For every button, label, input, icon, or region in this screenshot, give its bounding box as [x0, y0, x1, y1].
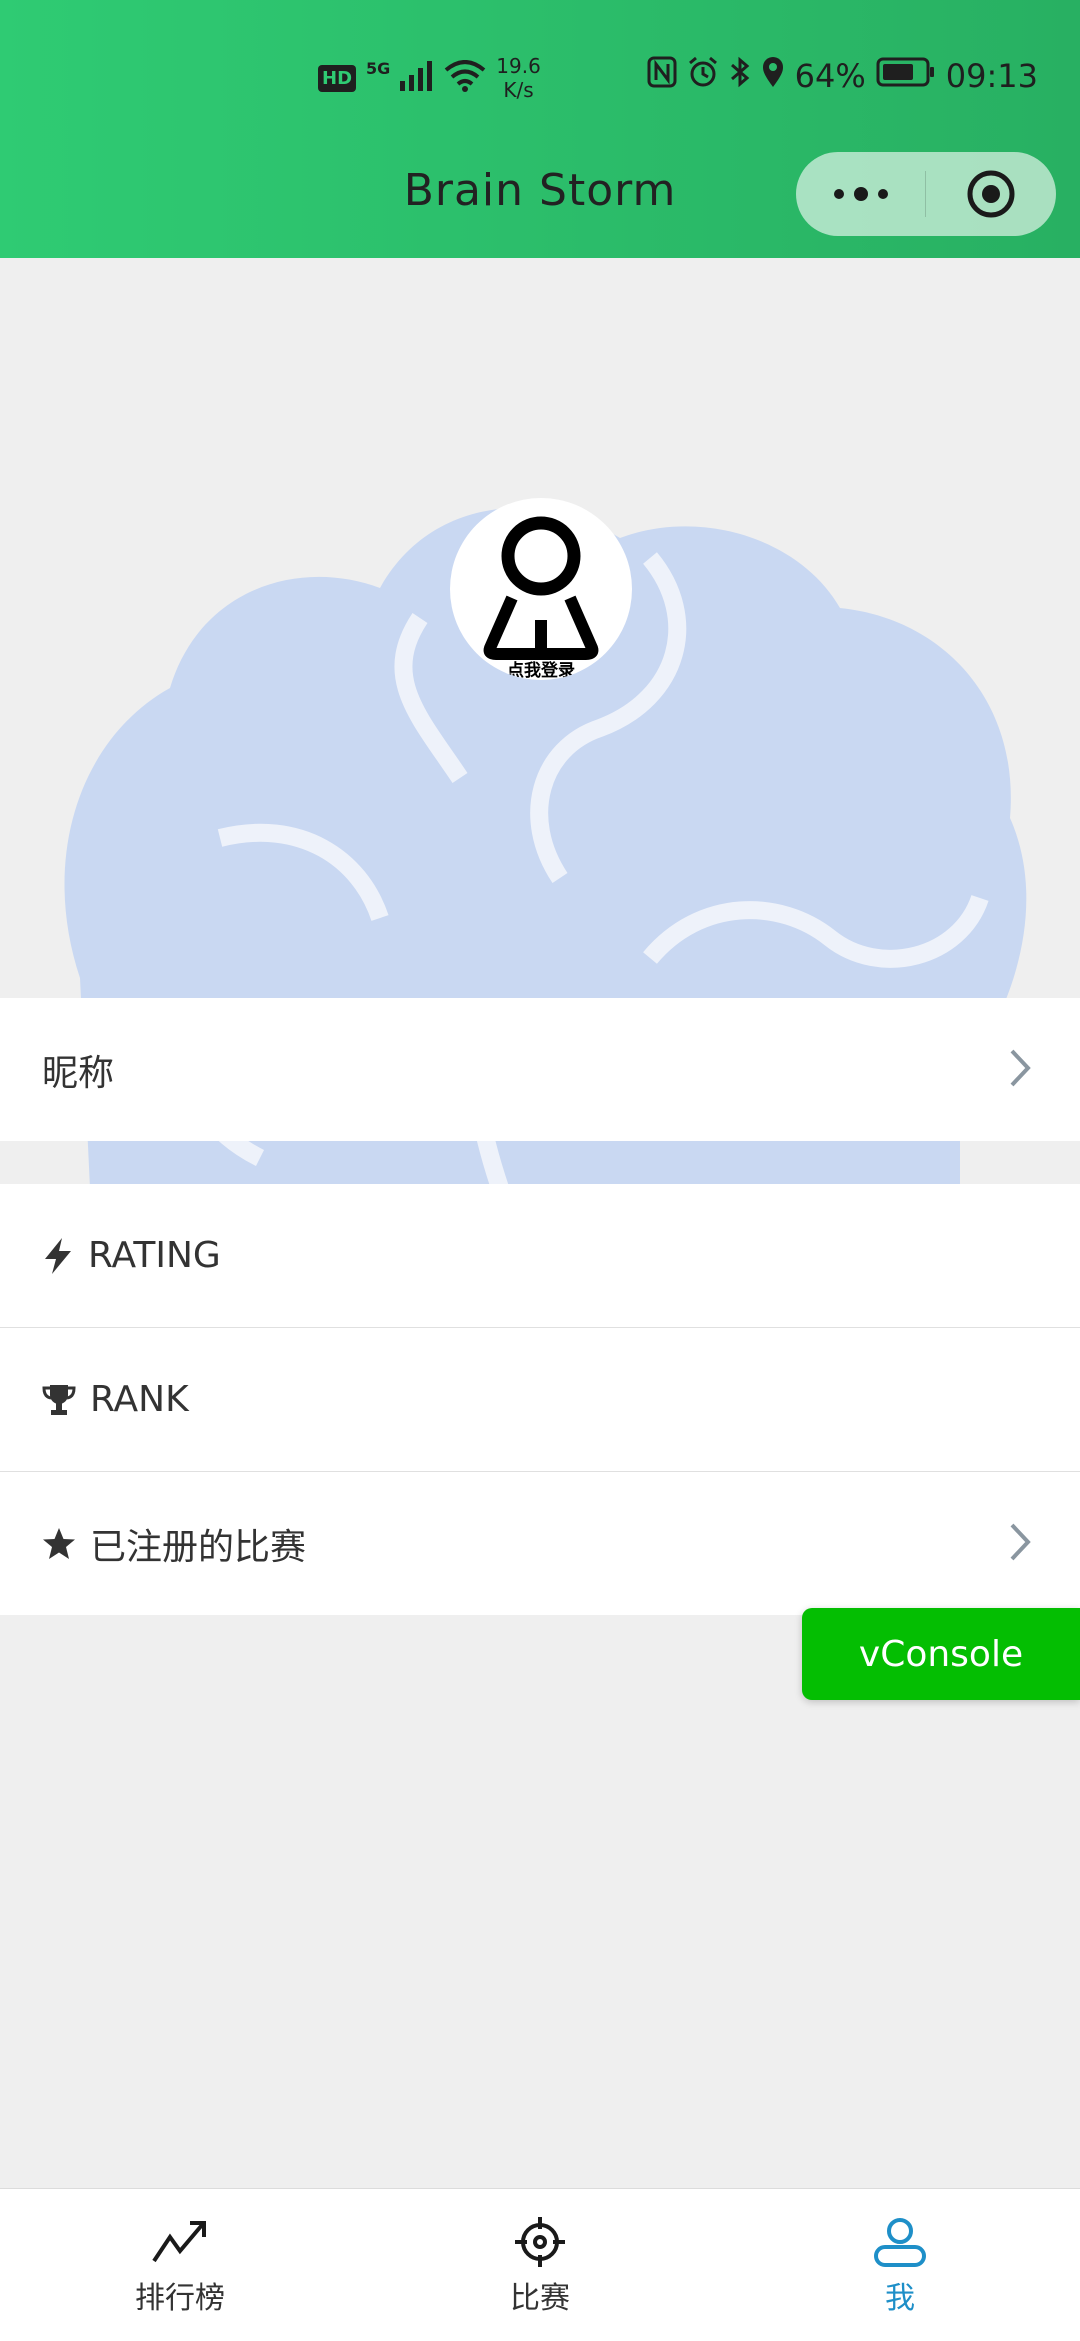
- vconsole-button[interactable]: vConsole: [802, 1608, 1080, 1700]
- chevron-right-icon: [1008, 1048, 1032, 1092]
- tab-label: 排行榜: [135, 2281, 225, 2316]
- battery-icon: [876, 56, 936, 96]
- status-left: HD 5G 19.6 K/s: [318, 54, 541, 102]
- mini-program-capsule: [796, 152, 1056, 236]
- close-button[interactable]: [926, 152, 1056, 236]
- trend-chart-icon: [152, 2221, 206, 2263]
- user-avatar-icon: [483, 516, 599, 660]
- tab-me[interactable]: 我: [720, 2189, 1080, 2341]
- battery-percent: 64%: [794, 57, 866, 95]
- rating-row: RATING: [0, 1184, 1080, 1328]
- trophy-icon: [42, 1383, 76, 1417]
- clock-time: 09:13: [945, 57, 1038, 95]
- tab-label: 我: [885, 2281, 915, 2316]
- rank-row: RANK: [0, 1328, 1080, 1472]
- registered-contests-label: 已注册的比赛: [90, 1526, 307, 1568]
- registered-contests-row[interactable]: 已注册的比赛: [0, 1472, 1080, 1615]
- tab-contests[interactable]: 比赛: [360, 2189, 720, 2341]
- rating-label: RATING: [88, 1235, 221, 1276]
- tab-label: 比赛: [510, 2281, 570, 2316]
- signal-icon: [400, 61, 434, 95]
- status-right: 64% 09:13: [647, 56, 1038, 96]
- nickname-row[interactable]: 昵称: [0, 998, 1080, 1141]
- status-bar: HD 5G 19.6 K/s 64% 09:13: [0, 0, 1080, 150]
- network-label: 5G: [366, 58, 391, 78]
- speed-value: 19.6: [496, 54, 541, 78]
- location-icon: [761, 56, 785, 96]
- nfc-icon: [647, 56, 677, 96]
- network-speed: 19.6 K/s: [496, 54, 541, 102]
- wifi-icon: [444, 60, 486, 96]
- speed-unit: K/s: [503, 78, 534, 102]
- bluetooth-icon: [729, 56, 751, 96]
- crosshair-icon: [515, 2217, 565, 2267]
- more-dots-icon: [833, 187, 888, 201]
- alarm-icon: [687, 56, 719, 96]
- bottom-tab-bar: 排行榜 比赛 我: [0, 2188, 1080, 2341]
- nickname-label: 昵称: [42, 1052, 115, 1094]
- lightning-icon: [42, 1237, 74, 1275]
- tab-leaderboard[interactable]: 排行榜: [0, 2189, 360, 2341]
- login-prompt-text: 点我登录: [507, 661, 575, 680]
- user-icon: [874, 2218, 926, 2267]
- login-avatar[interactable]: 点我登录: [450, 498, 632, 680]
- target-icon: [967, 170, 1015, 218]
- chevron-right-icon: [1008, 1522, 1032, 1566]
- app-header: HD 5G 19.6 K/s 64% 09:13 Brain Storm: [0, 0, 1080, 258]
- hd-badge: HD: [318, 64, 357, 92]
- more-button[interactable]: [796, 152, 925, 236]
- star-icon: [42, 1527, 76, 1561]
- rank-label: RANK: [90, 1379, 189, 1420]
